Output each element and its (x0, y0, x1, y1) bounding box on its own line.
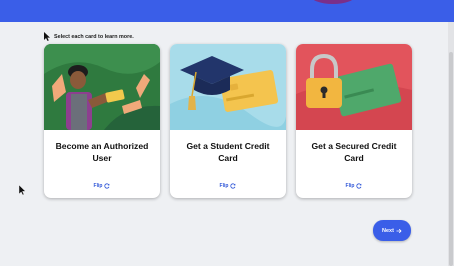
scrollbar-thumb[interactable] (449, 52, 453, 266)
flip-label: Flip (219, 183, 229, 189)
flip-label: Flip (93, 183, 103, 189)
cursor-pointer-icon (44, 32, 50, 41)
instruction-text: Select each card to learn more. (44, 32, 134, 41)
flip-button[interactable]: Flip (44, 183, 160, 189)
mouse-cursor-icon (19, 185, 26, 195)
flip-label: Flip (345, 183, 355, 189)
scrollbar[interactable] (448, 22, 454, 266)
secured-card-illustration (296, 44, 412, 130)
flip-button[interactable]: Flip (170, 183, 286, 189)
banner-decoration (310, 0, 356, 4)
top-banner (0, 0, 454, 22)
card-title: Get a Student Credit Card (186, 141, 270, 163)
arrow-right-icon (396, 228, 402, 233)
refresh-icon (356, 183, 362, 189)
card-title: Get a Secured Credit Card (311, 141, 397, 163)
refresh-icon (104, 183, 110, 189)
next-button[interactable]: Next (373, 220, 411, 241)
card-title: Become an Authorized User (55, 141, 149, 163)
authorized-user-illustration (44, 44, 160, 130)
instruction-label: Select each card to learn more. (54, 33, 134, 40)
student-card-illustration (170, 44, 286, 130)
next-label: Next (382, 227, 394, 234)
flip-button[interactable]: Flip (296, 183, 412, 189)
card-authorized-user[interactable]: Become an Authorized User Flip (44, 44, 160, 198)
refresh-icon (230, 183, 236, 189)
card-secured-credit[interactable]: Get a Secured Credit Card Flip (296, 44, 412, 198)
card-student-credit[interactable]: Get a Student Credit Card Flip (170, 44, 286, 198)
